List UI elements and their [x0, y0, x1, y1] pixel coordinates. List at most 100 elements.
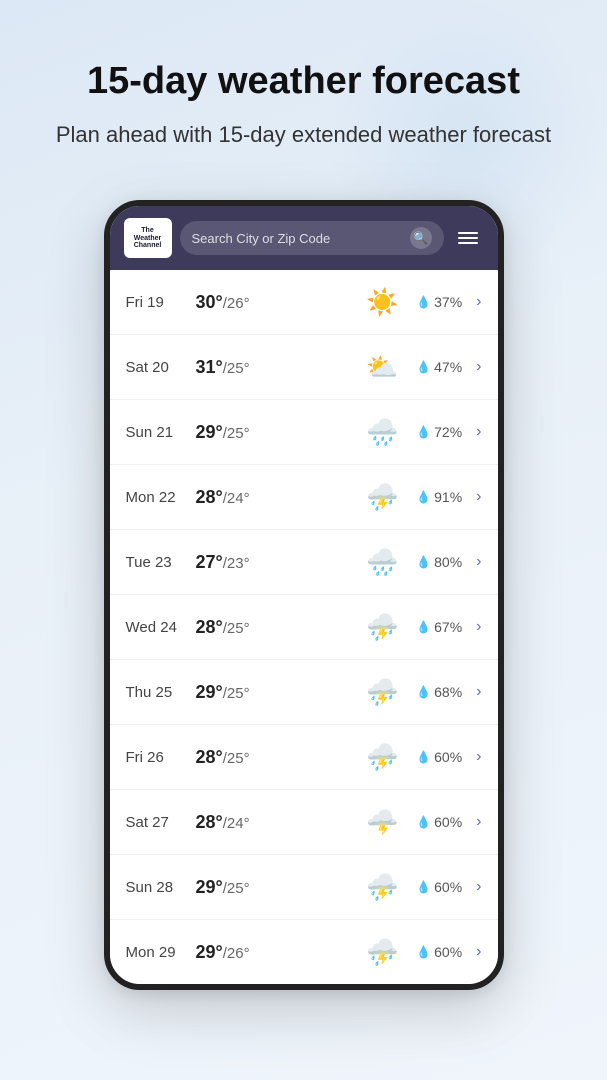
- day-label: Sat 20: [126, 359, 188, 376]
- forecast-row[interactable]: Sat 27 28°/24° 🌩️ 💧60% ›: [110, 790, 498, 855]
- day-label: Sun 21: [126, 424, 188, 441]
- weather-icon: ⛈️: [360, 739, 404, 775]
- precipitation: 💧60%: [412, 749, 462, 765]
- temperature-display: 31°/25°: [196, 357, 353, 378]
- drop-icon: 💧: [416, 555, 431, 569]
- drop-icon: 💧: [416, 685, 431, 699]
- weather-channel-logo: TheWeatherChannel: [124, 218, 172, 258]
- temp-low: /24°: [223, 490, 250, 507]
- precipitation: 💧91%: [412, 489, 462, 505]
- expand-chevron-icon[interactable]: ›: [470, 813, 481, 831]
- expand-chevron-icon[interactable]: ›: [470, 488, 481, 506]
- expand-chevron-icon[interactable]: ›: [470, 878, 481, 896]
- day-label: Sat 27: [126, 814, 188, 831]
- precipitation: 💧37%: [412, 294, 462, 310]
- expand-chevron-icon[interactable]: ›: [470, 293, 481, 311]
- precipitation: 💧68%: [412, 684, 462, 700]
- temp-high: 29°: [196, 877, 223, 897]
- drop-icon: 💧: [416, 620, 431, 634]
- precipitation: 💧60%: [412, 814, 462, 830]
- day-label: Tue 23: [126, 554, 188, 571]
- expand-chevron-icon[interactable]: ›: [470, 358, 481, 376]
- forecast-row[interactable]: Tue 23 27°/23° 🌧️ 💧80% ›: [110, 530, 498, 595]
- temp-low: /25°: [223, 425, 250, 442]
- day-label: Wed 24: [126, 619, 188, 636]
- precipitation: 💧67%: [412, 619, 462, 635]
- temp-low: /26°: [223, 295, 250, 312]
- precipitation: 💧72%: [412, 424, 462, 440]
- temp-high: 30°: [196, 292, 223, 312]
- temperature-display: 29°/25°: [196, 877, 353, 898]
- precipitation: 💧60%: [412, 944, 462, 960]
- temperature-display: 28°/24°: [196, 812, 353, 833]
- temp-high: 28°: [196, 487, 223, 507]
- drop-icon: 💧: [416, 880, 431, 894]
- phone-frame: TheWeatherChannel Search City or Zip Cod…: [104, 200, 504, 990]
- expand-chevron-icon[interactable]: ›: [470, 423, 481, 441]
- weather-icon: ⛅: [360, 349, 404, 385]
- forecast-row[interactable]: Thu 25 29°/25° ⛈️ 💧68% ›: [110, 660, 498, 725]
- phone-mockup: TheWeatherChannel Search City or Zip Cod…: [0, 180, 607, 1030]
- temp-low: /25°: [223, 620, 250, 637]
- forecast-row[interactable]: Mon 22 28°/24° ⛈️ 💧91% ›: [110, 465, 498, 530]
- weather-icon: 🌩️: [360, 804, 404, 840]
- temp-high: 31°: [196, 357, 223, 377]
- forecast-row[interactable]: Sun 28 29°/25° ⛈️ 💧60% ›: [110, 855, 498, 920]
- day-label: Thu 25: [126, 684, 188, 701]
- search-placeholder-text: Search City or Zip Code: [192, 231, 404, 246]
- temp-low: /24°: [223, 815, 250, 832]
- temp-high: 29°: [196, 682, 223, 702]
- expand-chevron-icon[interactable]: ›: [470, 683, 481, 701]
- weather-icon: ⛈️: [360, 674, 404, 710]
- temp-high: 27°: [196, 552, 223, 572]
- day-label: Mon 22: [126, 489, 188, 506]
- forecast-row[interactable]: Mon 29 29°/26° ⛈️ 💧60% ›: [110, 920, 498, 984]
- weather-icon: ⛈️: [360, 934, 404, 970]
- temp-low: /25°: [223, 750, 250, 767]
- search-icon[interactable]: 🔍: [410, 227, 432, 249]
- app-header: TheWeatherChannel Search City or Zip Cod…: [110, 206, 498, 270]
- temperature-display: 29°/25°: [196, 422, 353, 443]
- temperature-display: 28°/25°: [196, 617, 353, 638]
- forecast-row[interactable]: Sun 21 29°/25° 🌧️ 💧72% ›: [110, 400, 498, 465]
- temp-high: 28°: [196, 747, 223, 767]
- search-bar[interactable]: Search City or Zip Code 🔍: [180, 221, 444, 255]
- drop-icon: 💧: [416, 425, 431, 439]
- day-label: Fri 26: [126, 749, 188, 766]
- forecast-row[interactable]: Wed 24 28°/25° ⛈️ 💧67% ›: [110, 595, 498, 660]
- menu-icon[interactable]: [452, 228, 484, 248]
- temperature-display: 30°/26°: [196, 292, 353, 313]
- temp-low: /26°: [223, 945, 250, 962]
- expand-chevron-icon[interactable]: ›: [470, 553, 481, 571]
- precipitation: 💧60%: [412, 879, 462, 895]
- forecast-row[interactable]: Sat 20 31°/25° ⛅ 💧47% ›: [110, 335, 498, 400]
- forecast-row[interactable]: Fri 26 28°/25° ⛈️ 💧60% ›: [110, 725, 498, 790]
- drop-icon: 💧: [416, 490, 431, 504]
- expand-chevron-icon[interactable]: ›: [470, 748, 481, 766]
- drop-icon: 💧: [416, 945, 431, 959]
- expand-chevron-icon[interactable]: ›: [470, 943, 481, 961]
- precipitation: 💧47%: [412, 359, 462, 375]
- weather-icon: 🌧️: [360, 414, 404, 450]
- weather-icon: 🌧️: [360, 544, 404, 580]
- page-subtitle: Plan ahead with 15-day extended weather …: [30, 120, 577, 151]
- temp-low: /25°: [223, 360, 250, 377]
- weather-icon: ⛈️: [360, 869, 404, 905]
- temperature-display: 29°/26°: [196, 942, 353, 963]
- temperature-display: 28°/25°: [196, 747, 353, 768]
- temp-low: /25°: [223, 685, 250, 702]
- temperature-display: 27°/23°: [196, 552, 353, 573]
- forecast-row[interactable]: Fri 19 30°/26° ☀️ 💧37% ›: [110, 270, 498, 335]
- temp-high: 29°: [196, 422, 223, 442]
- logo-text: TheWeatherChannel: [134, 227, 162, 250]
- day-label: Fri 19: [126, 294, 188, 311]
- temp-high: 28°: [196, 812, 223, 832]
- drop-icon: 💧: [416, 750, 431, 764]
- weather-icon: ☀️: [360, 284, 404, 320]
- temp-high: 29°: [196, 942, 223, 962]
- temperature-display: 28°/24°: [196, 487, 353, 508]
- temp-low: /23°: [223, 555, 250, 572]
- expand-chevron-icon[interactable]: ›: [470, 618, 481, 636]
- forecast-list: Fri 19 30°/26° ☀️ 💧37% › Sat 20 31°/25° …: [110, 270, 498, 984]
- weather-icon: ⛈️: [360, 609, 404, 645]
